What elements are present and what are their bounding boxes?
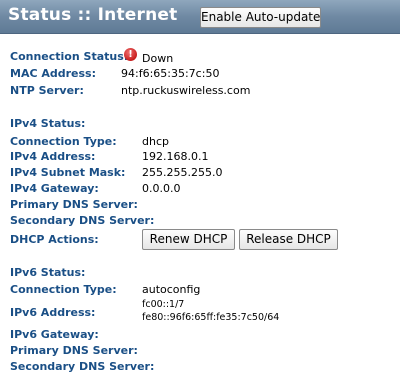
alert-icon: ! bbox=[124, 48, 137, 61]
ipv6-address-value: fe80::96f6:65ff:fe35:7c50/64 bbox=[142, 312, 280, 323]
mac-address-label: MAC Address: bbox=[10, 67, 97, 80]
ipv6-connection-type-label: Connection Type: bbox=[10, 283, 117, 296]
ipv4-address-value: 192.168.0.1 bbox=[142, 150, 209, 163]
ipv6-secondary-dns-label: Secondary DNS Server: bbox=[10, 360, 155, 373]
ipv4-address-label: IPv4 Address: bbox=[10, 150, 96, 163]
ipv6-address-label: IPv6 Address: bbox=[10, 306, 96, 319]
ipv4-secondary-dns-label: Secondary DNS Server: bbox=[10, 214, 155, 227]
ipv6-address-value: fc00::1/7 bbox=[142, 299, 185, 310]
ipv6-connection-type-value: autoconfig bbox=[142, 283, 201, 296]
mac-address-value: 94:f6:65:35:7c:50 bbox=[121, 67, 220, 80]
release-dhcp-button[interactable]: Release DHCP bbox=[239, 229, 338, 250]
ipv4-connection-type-value: dhcp bbox=[142, 135, 169, 148]
ipv4-primary-dns-label: Primary DNS Server: bbox=[10, 198, 138, 211]
ipv4-subnet-mask-value: 255.255.255.0 bbox=[142, 166, 223, 179]
ipv4-status-label: IPv4 Status: bbox=[10, 117, 86, 130]
enable-auto-update-button[interactable]: Enable Auto-update bbox=[200, 7, 321, 28]
ntp-server-label: NTP Server: bbox=[10, 84, 84, 97]
ipv6-gateway-label: IPv6 Gateway: bbox=[10, 328, 99, 341]
page-header: Status :: Internet Enable Auto-update bbox=[0, 0, 400, 34]
renew-dhcp-button[interactable]: Renew DHCP bbox=[142, 229, 235, 250]
connection-status-label: Connection Status: bbox=[10, 50, 129, 63]
ipv4-gateway-value: 0.0.0.0 bbox=[142, 182, 181, 195]
ipv4-subnet-mask-label: IPv4 Subnet Mask: bbox=[10, 166, 126, 179]
ipv6-primary-dns-label: Primary DNS Server: bbox=[10, 344, 138, 357]
ipv4-gateway-label: IPv4 Gateway: bbox=[10, 182, 99, 195]
connection-status-value: Down bbox=[142, 52, 174, 65]
dhcp-actions-label: DHCP Actions: bbox=[10, 233, 99, 246]
ntp-server-value: ntp.ruckuswireless.com bbox=[121, 84, 251, 97]
ipv4-connection-type-label: Connection Type: bbox=[10, 135, 117, 148]
page-title: Status :: Internet bbox=[8, 5, 178, 25]
ipv6-status-label: IPv6 Status: bbox=[10, 266, 86, 279]
